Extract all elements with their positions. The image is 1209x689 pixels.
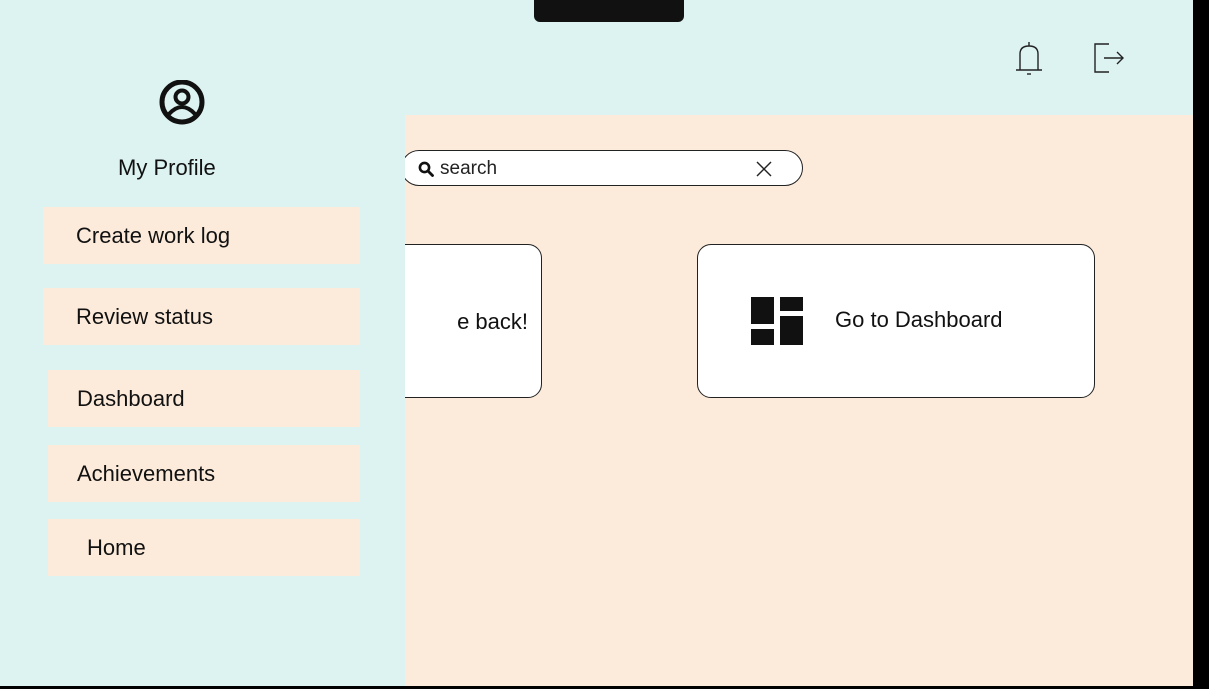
main-content: search e back! Go to Dashboard (405, 115, 1193, 686)
sidebar-item-label: Achievements (77, 461, 216, 486)
welcome-text: e back! (457, 309, 528, 334)
sidebar-item-create-work-log[interactable]: Create work log (43, 207, 360, 264)
my-profile-label[interactable]: My Profile (118, 155, 216, 181)
dashboard-grid-icon (751, 297, 803, 345)
logout-icon[interactable] (1092, 40, 1126, 76)
sidebar-item-label: Dashboard (77, 386, 185, 411)
go-to-dashboard-label: Go to Dashboard (835, 307, 1003, 332)
sidebar: My Profile Create work log Review status… (0, 0, 405, 686)
sidebar-item-label: Review status (76, 304, 213, 329)
sidebar-item-achievements[interactable]: Achievements (48, 445, 360, 502)
bell-icon[interactable] (1012, 40, 1046, 76)
search-input[interactable]: search (440, 158, 497, 180)
search-icon (418, 161, 434, 177)
user-circle-icon[interactable] (150, 80, 214, 144)
app-frame: search e back! Go to Dashboard My Profil… (0, 0, 1193, 686)
sidebar-item-label: Create work log (76, 223, 231, 248)
welcome-card: e back! (405, 244, 542, 398)
device-notch (534, 0, 684, 22)
close-icon[interactable] (754, 159, 774, 179)
sidebar-item-dashboard[interactable]: Dashboard (48, 370, 360, 427)
go-to-dashboard-card[interactable]: Go to Dashboard (697, 244, 1095, 398)
search-bar[interactable]: search (405, 150, 803, 186)
screen-edge (1193, 0, 1209, 689)
sidebar-item-review-status[interactable]: Review status (43, 288, 360, 345)
sidebar-item-label: Home (87, 535, 146, 560)
sidebar-item-home[interactable]: Home (48, 519, 360, 576)
